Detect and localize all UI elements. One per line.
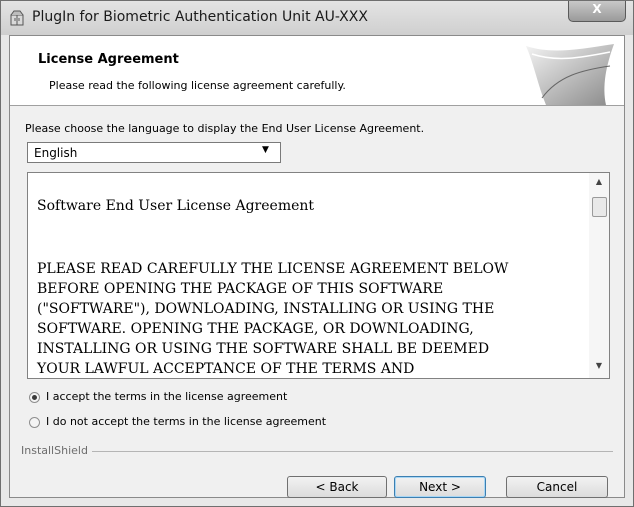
license-text-box[interactable]: Software End User License Agreement PLEA… xyxy=(27,172,610,379)
installer-window: PlugIn for Biometric Authentication Unit… xyxy=(0,0,634,507)
license-line: PLEASE READ CAREFULLY THE LICENSE AGREEM… xyxy=(37,261,509,277)
language-select[interactable]: English ▼ xyxy=(27,142,281,163)
accept-radio-button[interactable] xyxy=(29,392,40,403)
banner-decoration-icon xyxy=(526,44,614,105)
title-bar[interactable]: PlugIn for Biometric Authentication Unit… xyxy=(1,1,633,35)
license-body: PLEASE READ CAREFULLY THE LICENSE AGREEM… xyxy=(37,259,585,378)
back-button[interactable]: < Back xyxy=(287,476,387,498)
accept-radio-label[interactable]: I accept the terms in the license agreem… xyxy=(46,390,287,403)
scroll-up-arrow-icon[interactable]: ▲ xyxy=(589,177,609,191)
page-subtitle: Please read the following license agreem… xyxy=(49,79,346,92)
license-line: ("SOFTWARE"), DOWNLOADING, INSTALLING OR… xyxy=(37,301,495,317)
decline-radio-label[interactable]: I do not accept the terms in the license… xyxy=(46,415,326,428)
page-title: License Agreement xyxy=(38,52,179,67)
cancel-button[interactable]: Cancel xyxy=(506,476,608,498)
license-line: INSTALLING OR USING THE SOFTWARE SHALL B… xyxy=(37,341,490,357)
scroll-down-arrow-icon[interactable]: ▼ xyxy=(589,361,609,375)
license-line: SOFTWARE. OPENING THE PACKAGE, OR DOWNLO… xyxy=(37,321,474,337)
language-prompt: Please choose the language to display th… xyxy=(25,122,425,135)
scroll-thumb[interactable] xyxy=(592,197,607,217)
license-line: YOUR LAWFUL ACCEPTANCE OF THE TERMS AND xyxy=(37,361,415,377)
installshield-brand: InstallShield xyxy=(21,444,92,457)
close-button[interactable]: X xyxy=(568,1,626,22)
license-line: BEFORE OPENING THE PACKAGE OF THIS SOFTW… xyxy=(37,281,444,297)
next-button[interactable]: Next > xyxy=(394,476,486,498)
vertical-scrollbar[interactable]: ▲ ▼ xyxy=(589,173,609,378)
decline-radio-button[interactable] xyxy=(29,417,40,428)
installer-package-icon xyxy=(9,10,25,26)
license-heading: Software End User License Agreement xyxy=(37,198,315,214)
language-value: English xyxy=(34,146,78,160)
window-title: PlugIn for Biometric Authentication Unit… xyxy=(32,9,368,25)
header-banner: License Agreement Please read the follow… xyxy=(10,36,624,106)
radio-selected-dot xyxy=(32,395,37,400)
close-icon: X xyxy=(592,2,602,16)
footer-divider xyxy=(21,451,613,452)
chevron-down-icon[interactable]: ▼ xyxy=(262,145,269,155)
